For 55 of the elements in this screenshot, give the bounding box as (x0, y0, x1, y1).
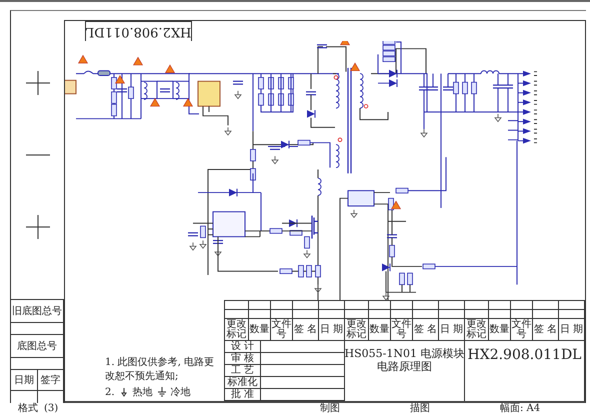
registration-mark-icon (26, 215, 50, 240)
side-label: 旧底图总号 (11, 299, 64, 322)
footer-label: 幅面: A4 (500, 403, 542, 414)
empty-cell (369, 310, 391, 319)
table-header: 签 名 (413, 319, 439, 341)
empty-cell (533, 310, 559, 319)
empty-cell (413, 310, 439, 319)
earth-ground-icon (156, 387, 167, 397)
side-label: 底图总号 (11, 334, 64, 357)
hot-ground-icon (118, 387, 129, 397)
drawing-number-rotated: HX2.908.011DL (85, 21, 192, 41)
format-number: (3) (44, 403, 58, 414)
empty-cell (489, 310, 511, 319)
empty-cell (439, 310, 465, 319)
note-number: 2. (105, 386, 115, 398)
empty-cell (271, 310, 293, 319)
table-header: 数量 (369, 319, 391, 341)
table-header: 文件号 (271, 319, 293, 341)
note-text: 1. 此图仅供参考, 电路更改恕不预先通知; (105, 356, 216, 383)
side-label: 签字 (38, 370, 64, 390)
table-header: 更改标记 (345, 319, 369, 341)
legend-label: 热地 (132, 386, 153, 399)
table-header: 签 名 (533, 319, 559, 341)
empty-cell (249, 310, 271, 319)
empty-cell (319, 310, 345, 319)
empty-cell (465, 310, 489, 319)
table-header: 签 名 (293, 319, 319, 341)
empty-cell (345, 310, 369, 319)
legend-label: 冷地 (170, 386, 191, 399)
drawing-number: HX2.908.011DL (468, 347, 582, 365)
format-label: 格式 (18, 403, 38, 414)
table-header: 更改标记 (465, 319, 489, 341)
table-header: 日 期 (559, 319, 585, 341)
empty-cell (511, 310, 533, 319)
table-header: 文件号 (391, 319, 413, 341)
side-label: 日期 (11, 370, 38, 390)
table-header: 更改标记 (225, 319, 249, 341)
approval-label: 工 艺 (225, 365, 261, 377)
empty-cell (293, 310, 319, 319)
approval-label: 审 核 (225, 353, 261, 365)
approval-label: 标准化 (225, 377, 261, 389)
drawing-title: HS055-1N01 电源模块 (344, 347, 464, 360)
registration-mark-icon (26, 70, 50, 95)
drawing-title: 电路原理图 (377, 360, 432, 373)
table-header: 日 期 (319, 319, 345, 341)
footer-label: 制图 (320, 403, 341, 414)
table-header: 日 期 (439, 319, 465, 341)
registration-mark-icon (26, 154, 50, 156)
empty-cell (391, 310, 413, 319)
table-header: 数量 (249, 319, 271, 341)
table-header: 数量 (489, 319, 511, 341)
footer-label: 描图 (410, 403, 431, 414)
approval-label: 设 计 (225, 341, 261, 353)
approval-label: 批 准 (225, 389, 261, 401)
table-header: 文件号 (511, 319, 533, 341)
